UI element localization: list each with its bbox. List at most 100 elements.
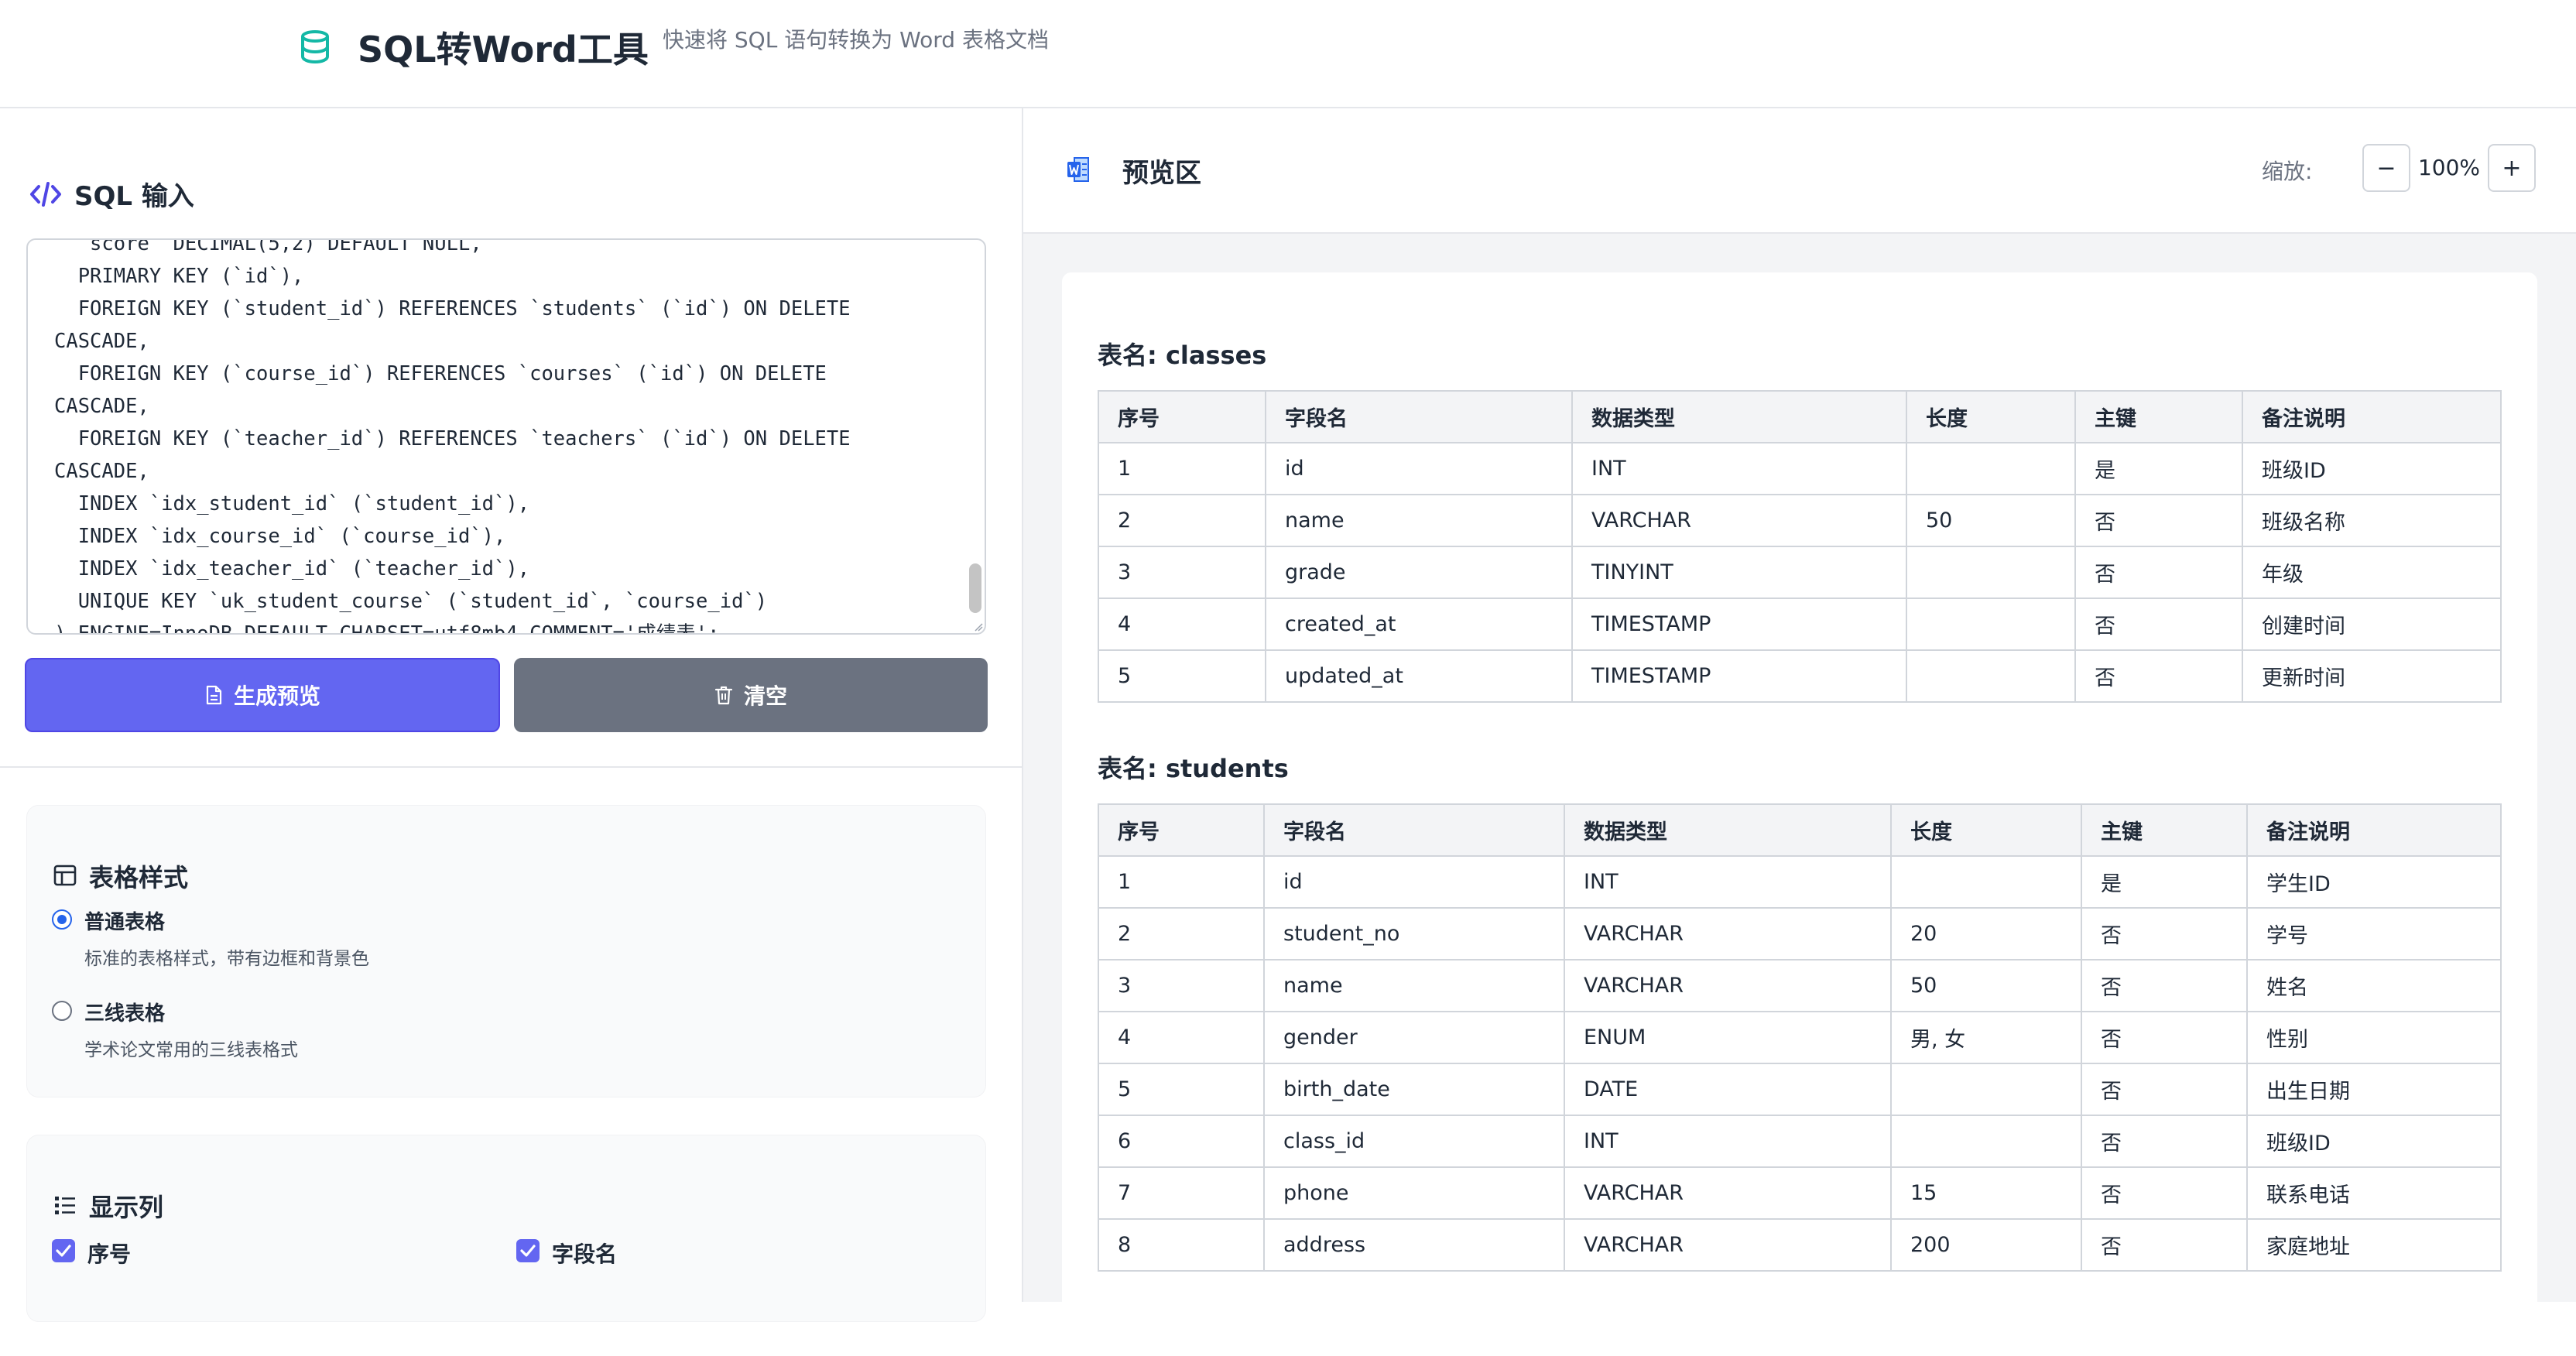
table-cell: TIMESTAMP xyxy=(1571,598,1907,651)
checkbox-field-name[interactable] xyxy=(516,1239,540,1262)
table-cell: 学号 xyxy=(2246,907,2502,960)
table-cell: INT xyxy=(1571,442,1907,495)
table-cell: 4 xyxy=(1098,1011,1265,1064)
table-cell: VARCHAR xyxy=(1564,907,1892,960)
table-title-students: 表名: students xyxy=(1098,754,1289,783)
table-row: 4 gender ENUM 男, 女否性别 xyxy=(1098,1011,2502,1064)
table-cell: TIMESTAMP xyxy=(1571,649,1907,703)
radio-three-line-table[interactable] xyxy=(52,1001,72,1021)
table-cell: TINYINT xyxy=(1571,546,1907,599)
table-cell xyxy=(1890,855,2082,909)
table-cell: 否 xyxy=(2081,959,2248,1012)
column-header: 主键 xyxy=(2081,803,2248,857)
table-row: 3 grade TINYINT 否年级 xyxy=(1098,546,2502,599)
sql-line: `score` DECIMAL(5,2) DEFAULT NULL, xyxy=(54,238,482,255)
table-row: 2 name VARCHAR 50 否班级名称 xyxy=(1098,494,2502,547)
table-cell: id xyxy=(1265,442,1573,495)
table-cell: phone xyxy=(1263,1166,1565,1220)
three-line-table-label: 三线表格 xyxy=(84,1002,166,1026)
clear-button[interactable]: 清空 xyxy=(514,658,988,732)
zoom-level: 100% xyxy=(2417,155,2481,180)
table-cell: student_no xyxy=(1263,907,1565,960)
table-cell: 200 xyxy=(1890,1218,2082,1272)
display-columns-card: 显示列 序号 字段名 xyxy=(26,1135,986,1322)
table-cell: 否 xyxy=(2074,598,2243,651)
sql-textarea[interactable]: `score` DECIMAL(5,2) DEFAULT NULL, PRIMA… xyxy=(26,238,986,635)
document-preview: 表名: classes 序号 字段名 数据类型 长度 主键 备注说明 1 id INT 是班级ID… xyxy=(1062,272,2537,1356)
checkbox-index[interactable] xyxy=(52,1239,75,1262)
column-header: 序号 xyxy=(1098,803,1265,857)
table-cell: 4 xyxy=(1098,598,1266,651)
table-cell: name xyxy=(1263,959,1565,1012)
table-cell: 20 xyxy=(1890,907,2082,960)
table-cell: 否 xyxy=(2074,649,2243,703)
table-cell: 2 xyxy=(1098,907,1265,960)
table-cell: 否 xyxy=(2074,546,2243,599)
table-cell: 姓名 xyxy=(2246,959,2502,1012)
table-cell: name xyxy=(1265,494,1573,547)
list-icon xyxy=(55,1197,75,1214)
table-cell: 班级名称 xyxy=(2242,494,2502,547)
table-cell: class_id xyxy=(1263,1115,1565,1168)
table-row: 1 id INT 是班级ID xyxy=(1098,442,2502,495)
sql-line: INDEX `idx_course_id` (`course_id`), xyxy=(54,525,506,548)
checkbox-field-name-label: 字段名 xyxy=(552,1241,618,1267)
word-document-icon xyxy=(1067,157,1089,182)
table-cell xyxy=(1906,442,2076,495)
column-header: 备注说明 xyxy=(2242,390,2502,443)
table-cell: 性别 xyxy=(2246,1011,2502,1064)
normal-table-desc: 标准的表格样式，带有边框和背景色 xyxy=(84,949,369,969)
sql-line: PRIMARY KEY (`id`), xyxy=(54,265,304,288)
table-cell: VARCHAR xyxy=(1564,959,1892,1012)
table-cell: grade xyxy=(1265,546,1573,599)
table-cell: id xyxy=(1263,855,1565,909)
column-header: 字段名 xyxy=(1265,390,1573,443)
section-divider xyxy=(0,766,1022,768)
table-cell: INT xyxy=(1564,1115,1892,1168)
zoom-out-button[interactable]: − xyxy=(2362,144,2410,192)
radio-normal-table[interactable] xyxy=(52,909,72,930)
table-cell: 男, 女 xyxy=(1890,1011,2082,1064)
app-subtitle: 快速将 SQL 语句转换为 Word 表格文档 xyxy=(663,27,1049,53)
table-cell: 1 xyxy=(1098,855,1265,909)
table-row: 7 phone VARCHAR 15 否联系电话 xyxy=(1098,1166,2502,1220)
table-cell: 否 xyxy=(2081,1218,2248,1272)
table-row: 5 updated_at TIMESTAMP 否更新时间 xyxy=(1098,649,2502,703)
table-cell: 否 xyxy=(2081,1011,2248,1064)
zoom-in-button[interactable]: + xyxy=(2488,144,2536,192)
table-cell xyxy=(1890,1063,2082,1116)
table-cell: 7 xyxy=(1098,1166,1265,1220)
code-icon xyxy=(30,182,61,207)
table-cell: INT xyxy=(1564,855,1892,909)
table-cell: created_at xyxy=(1265,598,1573,651)
table-cell xyxy=(1906,598,2076,651)
column-header: 主键 xyxy=(2074,390,2243,443)
table-cell: 学生ID xyxy=(2246,855,2502,909)
column-header: 长度 xyxy=(1890,803,2082,857)
table-cell: updated_at xyxy=(1265,649,1573,703)
column-header: 备注说明 xyxy=(2246,803,2502,857)
students-table: 序号 字段名 数据类型 长度 主键 备注说明 1 id INT 是学生ID 2 student_no V… xyxy=(1098,803,2502,1272)
sql-code[interactable]: `score` DECIMAL(5,2) DEFAULT NULL, PRIMA… xyxy=(54,238,944,633)
table-cell xyxy=(1906,649,2076,703)
table-row: 1 id INT 是学生ID xyxy=(1098,855,2502,909)
table-cell: 1 xyxy=(1098,442,1266,495)
three-line-table-desc: 学术论文常用的三线表格式 xyxy=(84,1040,298,1060)
table-row: 4 created_at TIMESTAMP 否创建时间 xyxy=(1098,598,2502,651)
sql-line: INDEX `idx_teacher_id` (`teacher_id`), xyxy=(54,557,530,580)
table-cell: 是 xyxy=(2074,442,2243,495)
generate-preview-button[interactable]: 生成预览 xyxy=(25,658,500,732)
table-title-classes: 表名: classes xyxy=(1098,341,1267,370)
document-icon xyxy=(206,685,222,705)
table-row: 3 name VARCHAR 50 否姓名 xyxy=(1098,959,2502,1012)
table-cell: VARCHAR xyxy=(1571,494,1907,547)
table-cell: 否 xyxy=(2074,494,2243,547)
table-cell: 否 xyxy=(2081,1166,2248,1220)
table-cell: 2 xyxy=(1098,494,1266,547)
resize-handle-icon[interactable] xyxy=(974,622,983,632)
sql-scrollbar[interactable] xyxy=(969,563,981,613)
table-cell: 8 xyxy=(1098,1218,1265,1272)
app-title: SQL转Word工具 xyxy=(358,29,649,70)
table-cell: birth_date xyxy=(1263,1063,1565,1116)
table-cell: 班级ID xyxy=(2246,1115,2502,1168)
